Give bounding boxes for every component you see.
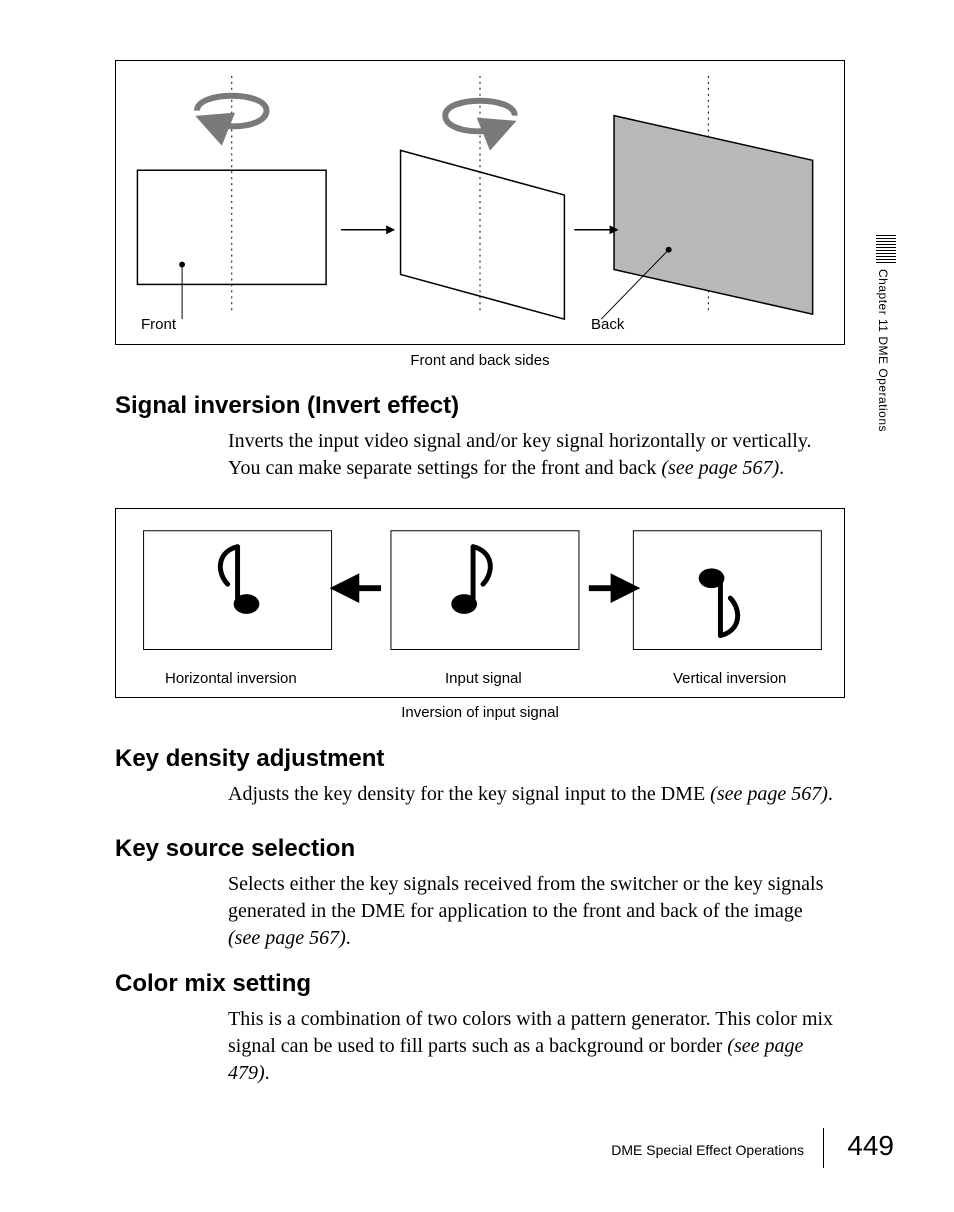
side-tab-lines-icon: [876, 235, 896, 263]
side-tab: Chapter 11 DME Operations: [876, 235, 896, 455]
heading-key-density: Key density adjustment: [115, 745, 384, 773]
body-key-source-pre: Selects either the key signals received …: [228, 873, 823, 922]
footer-page-number: 449: [847, 1130, 894, 1162]
body-signal-inversion-post: .: [779, 457, 784, 479]
figure-back-label: Back: [591, 316, 624, 333]
body-key-source-ital: (see page 567): [228, 927, 346, 949]
figure-inversion-input-label: Input signal: [445, 670, 522, 687]
figure-front-label: Front: [141, 316, 176, 333]
heading-color-mix: Color mix setting: [115, 970, 311, 998]
body-key-source-post: .: [346, 927, 351, 949]
figure-inversion-vlabel: Vertical inversion: [673, 670, 786, 687]
body-color-mix-post: .: [265, 1062, 270, 1084]
footer-divider: [823, 1128, 824, 1168]
body-key-density-post: .: [828, 783, 833, 805]
body-key-density: Adjusts the key density for the key sign…: [228, 781, 838, 808]
body-key-density-ital: (see page 567): [710, 783, 828, 805]
footer: DME Special Effect Operations 449: [0, 1122, 954, 1182]
heading-signal-inversion: Signal inversion (Invert effect): [115, 392, 459, 420]
body-signal-inversion-ital: (see page 567): [661, 457, 779, 479]
body-color-mix: This is a combination of two colors with…: [228, 1006, 838, 1087]
figure-front-back-caption: Front and back sides: [115, 352, 845, 369]
body-key-density-pre: Adjusts the key density for the key sign…: [228, 783, 710, 805]
figure-front-back-svg: [116, 61, 844, 344]
figure-inversion-caption: Inversion of input signal: [115, 704, 845, 721]
figure-inversion-svg: [116, 509, 844, 697]
figure-front-back: [115, 60, 845, 345]
footer-section-name: DME Special Effect Operations: [611, 1142, 804, 1158]
body-signal-inversion: Inverts the input video signal and/or ke…: [228, 428, 838, 482]
heading-key-source: Key source selection: [115, 835, 355, 863]
body-key-source: Selects either the key signals received …: [228, 871, 838, 952]
side-tab-label: Chapter 11 DME Operations: [876, 269, 890, 432]
figure-inversion-hlabel: Horizontal inversion: [165, 670, 297, 687]
